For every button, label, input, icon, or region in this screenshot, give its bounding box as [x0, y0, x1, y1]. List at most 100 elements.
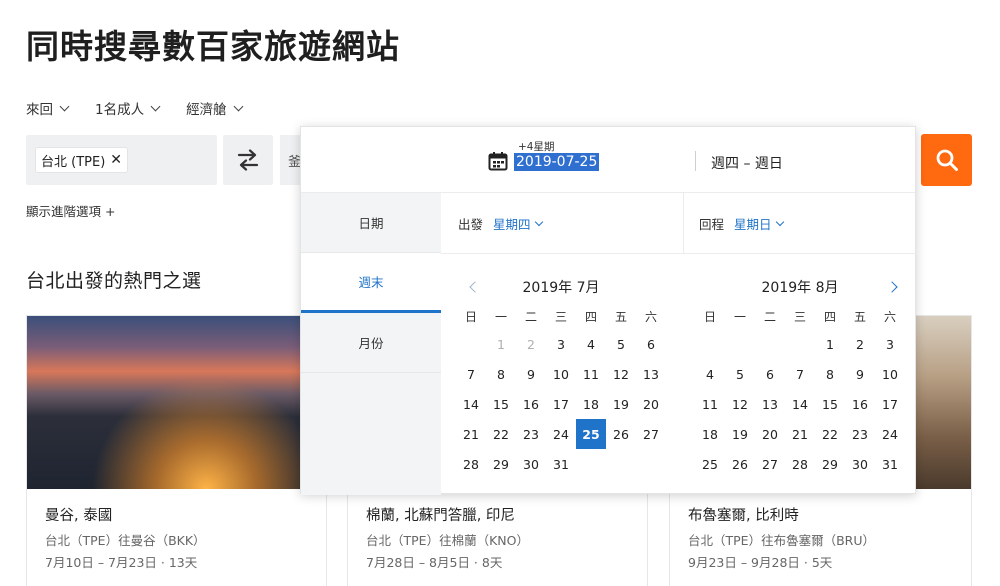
date-input[interactable]: 2019-07-25 — [514, 153, 600, 171]
search-button[interactable] — [921, 134, 972, 186]
chevron-down-icon — [233, 101, 244, 111]
day-cell[interactable]: 31 — [546, 449, 576, 479]
day-cell[interactable]: 24 — [875, 419, 905, 449]
day-cell[interactable]: 27 — [636, 419, 666, 449]
calendar-panel: 出發 星期四 回程 星期日 2019年 7月 日一二三四五六1234567891… — [441, 193, 917, 495]
weekday-label: 一 — [733, 309, 746, 324]
day-cell[interactable]: 20 — [755, 419, 785, 449]
chevron-down-icon — [59, 101, 70, 111]
day-cell[interactable]: 12 — [606, 359, 636, 389]
day-cell[interactable]: 19 — [725, 419, 755, 449]
day-cell[interactable]: 30 — [516, 449, 546, 479]
day-cell[interactable]: 4 — [695, 359, 725, 389]
card-route: 台北（TPE）往布魯塞爾（BRU） — [688, 533, 875, 548]
trip-type-dropdown[interactable]: 來回 — [26, 98, 70, 118]
week-row: 21 22 23 24 25 26 27 — [456, 419, 666, 449]
day-cell[interactable]: 14 — [456, 389, 486, 419]
remove-chip-icon[interactable]: ✕ — [110, 152, 122, 168]
empty-cell — [755, 329, 785, 359]
travelers-dropdown[interactable]: 1名成人 — [95, 98, 161, 118]
day-cell[interactable]: 13 — [755, 389, 785, 419]
day-cell[interactable]: 23 — [845, 419, 875, 449]
day-range-text: 週四 – 週日 — [711, 156, 783, 172]
card-route: 台北（TPE）往曼谷（BKK） — [45, 533, 206, 548]
tab-dates[interactable]: 日期 — [301, 193, 441, 253]
empty-cell — [576, 449, 606, 479]
day-cell[interactable]: 9 — [516, 359, 546, 389]
day-cell[interactable]: 31 — [875, 449, 905, 479]
day-cell[interactable]: 7 — [456, 359, 486, 389]
day-cell[interactable]: 10 — [875, 359, 905, 389]
day-cell[interactable]: 11 — [695, 389, 725, 419]
day-cell[interactable]: 21 — [785, 419, 815, 449]
swap-button[interactable] — [223, 135, 273, 185]
day-cell[interactable]: 18 — [695, 419, 725, 449]
day-cell[interactable]: 9 — [845, 359, 875, 389]
day-cell[interactable]: 13 — [636, 359, 666, 389]
weekday-header-row: 日一二三四五六 — [456, 303, 666, 329]
day-cell[interactable]: 8 — [486, 359, 516, 389]
day-cell[interactable]: 27 — [755, 449, 785, 479]
day-cell[interactable]: 8 — [815, 359, 845, 389]
month-title: 2019年 7月 — [522, 280, 600, 296]
return-day-selector[interactable]: 回程 星期日 — [699, 193, 784, 254]
day-cell[interactable]: 22 — [486, 419, 516, 449]
day-cell[interactable]: 29 — [486, 449, 516, 479]
day-cell[interactable]: 21 — [456, 419, 486, 449]
weekday-label: 日 — [464, 309, 477, 324]
day-cell[interactable]: 16 — [845, 389, 875, 419]
weekday-label: 六 — [883, 309, 896, 324]
day-cell[interactable]: 19 — [606, 389, 636, 419]
destination-card-bangkok[interactable]: 曼谷, 泰國 台北（TPE）往曼谷（BKK） 7月10日 – 7月23日 · 1… — [26, 315, 327, 586]
week-row: 4 5 6 7 8 9 10 — [695, 359, 905, 389]
day-cell[interactable]: 20 — [636, 389, 666, 419]
day-cell[interactable]: 10 — [546, 359, 576, 389]
swap-arrows-icon — [237, 149, 259, 171]
day-cell[interactable]: 23 — [516, 419, 546, 449]
day-cell[interactable]: 12 — [725, 389, 755, 419]
day-cell[interactable]: 3 — [546, 329, 576, 359]
day-cell[interactable]: 30 — [845, 449, 875, 479]
day-cell[interactable]: 16 — [516, 389, 546, 419]
day-cell[interactable]: 22 — [815, 419, 845, 449]
empty-cell — [606, 449, 636, 479]
day-cell-disabled: 1 — [497, 336, 505, 352]
day-cell[interactable]: 4 — [576, 329, 606, 359]
cabin-dropdown[interactable]: 經濟艙 — [186, 98, 244, 118]
day-cell[interactable]: 15 — [486, 389, 516, 419]
day-cell[interactable]: 15 — [815, 389, 845, 419]
date-mode-tabs: 日期 週末 月份 — [301, 193, 441, 495]
empty-cell — [725, 329, 755, 359]
day-cell[interactable]: 26 — [725, 449, 755, 479]
day-cell[interactable]: 2 — [845, 329, 875, 359]
day-cell[interactable]: 28 — [456, 449, 486, 479]
day-cell[interactable]: 18 — [576, 389, 606, 419]
origin-field[interactable]: 台北 (TPE) ✕ — [26, 135, 217, 185]
tab-months[interactable]: 月份 — [301, 313, 441, 373]
day-cell[interactable]: 25 — [695, 449, 725, 479]
day-cell[interactable]: 6 — [636, 329, 666, 359]
day-cell[interactable]: 5 — [606, 329, 636, 359]
day-cell[interactable]: 5 — [725, 359, 755, 389]
day-cell[interactable]: 29 — [815, 449, 845, 479]
origin-chip-label: 台北 (TPE) — [41, 154, 106, 170]
day-cell[interactable]: 6 — [755, 359, 785, 389]
origin-chip: 台北 (TPE) ✕ — [35, 147, 129, 173]
day-cell[interactable]: 11 — [576, 359, 606, 389]
depart-label: 出發 — [458, 217, 484, 232]
depart-day-selector[interactable]: 出發 星期四 — [458, 193, 543, 254]
day-cell[interactable]: 7 — [785, 359, 815, 389]
day-cell[interactable]: 17 — [875, 389, 905, 419]
week-row: 14 15 16 17 18 19 20 — [456, 389, 666, 419]
day-cell[interactable]: 26 — [606, 419, 636, 449]
day-cell[interactable]: 1 — [815, 329, 845, 359]
tab-weekends[interactable]: 週末 — [301, 253, 441, 313]
advanced-options-link[interactable]: 顯示進階選項 + — [26, 201, 115, 220]
day-cell-selected[interactable]: 25 — [576, 419, 606, 449]
day-cell[interactable]: 24 — [546, 419, 576, 449]
day-cell[interactable]: 3 — [875, 329, 905, 359]
empty-cell — [456, 329, 486, 359]
day-cell[interactable]: 28 — [785, 449, 815, 479]
day-cell[interactable]: 17 — [546, 389, 576, 419]
day-cell[interactable]: 14 — [785, 389, 815, 419]
